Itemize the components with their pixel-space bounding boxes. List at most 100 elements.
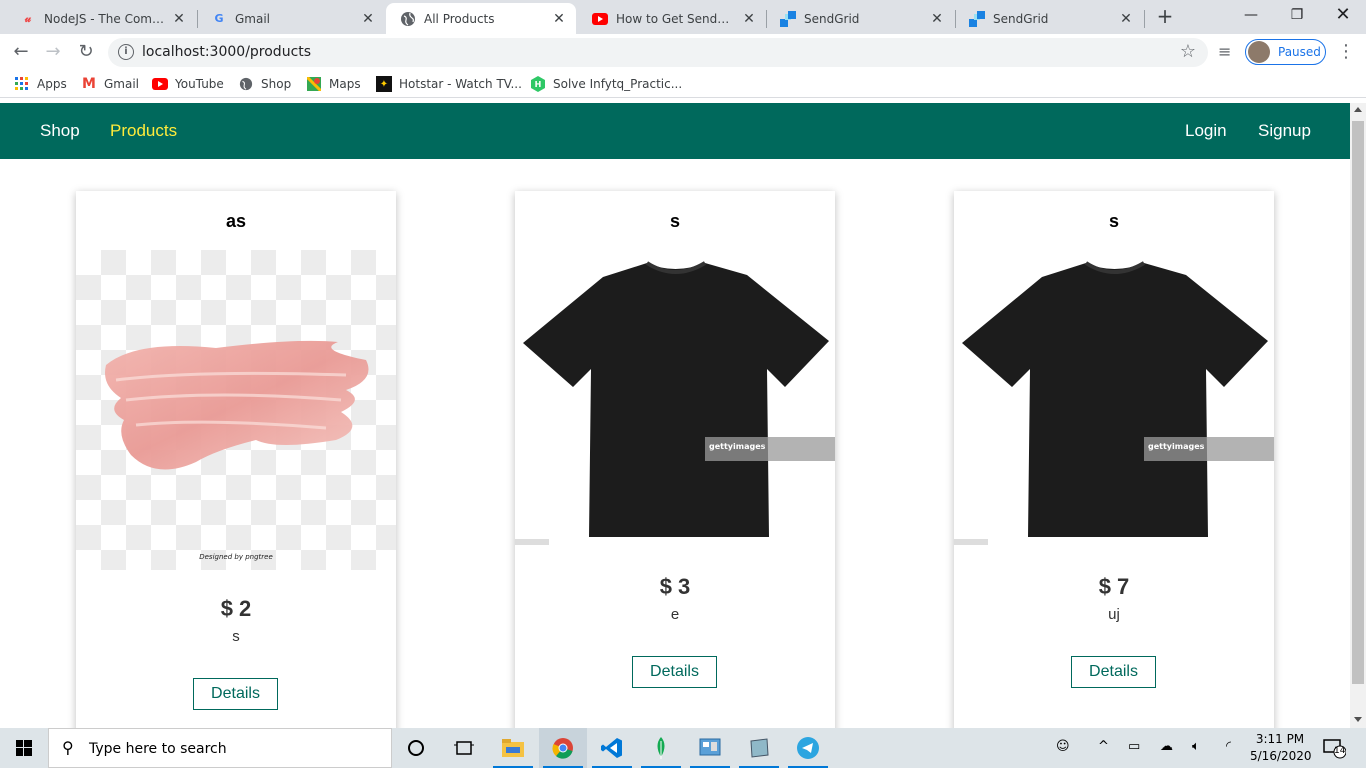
details-button[interactable]: Details — [1071, 656, 1156, 688]
vscode-icon[interactable] — [588, 728, 636, 768]
scroll-down-arrow[interactable] — [1354, 717, 1362, 722]
product-description: e — [670, 606, 680, 623]
nav-login[interactable]: Login — [1185, 121, 1227, 141]
notes-app-icon[interactable] — [735, 728, 783, 768]
pngtree-watermark: Designed by pngtree — [199, 553, 273, 561]
taskbar-search[interactable]: ⚲ Type here to search — [48, 728, 392, 768]
restore-button[interactable]: ❐ — [1274, 0, 1320, 34]
new-tab-button[interactable]: + — [1153, 5, 1177, 29]
tab-all-products[interactable]: All Products ✕ — [386, 3, 576, 34]
details-button[interactable]: Details — [632, 656, 717, 688]
close-icon[interactable]: ✕ — [361, 11, 375, 27]
windows-taskbar: ⚲ Type here to search ☺ ^ ▭ ☁ 🔈︎ ◜ 3:11 … — [0, 728, 1366, 768]
globe-icon — [400, 11, 416, 27]
nav-signup[interactable]: Signup — [1258, 121, 1311, 141]
bookmark-apps[interactable]: Apps — [14, 76, 67, 92]
product-title: as — [225, 211, 247, 231]
close-icon[interactable]: ✕ — [930, 11, 944, 27]
udemy-icon: 𝓊 — [24, 11, 32, 25]
cortana-button[interactable] — [392, 728, 440, 768]
hackerrank-icon: H — [530, 76, 546, 92]
bookmark-gmail[interactable]: M Gmail — [81, 76, 139, 92]
search-placeholder: Type here to search — [89, 741, 227, 757]
page-viewport: Shop Products Login Signup as Designed b… — [0, 103, 1350, 728]
mongodb-icon[interactable] — [637, 728, 685, 768]
system-clock[interactable]: 3:11 PM 5/16/2020 — [1250, 731, 1312, 765]
bookmark-label: Hotstar - Watch TV... — [399, 77, 522, 91]
close-icon[interactable]: ✕ — [1119, 11, 1133, 27]
tab-title: SendGrid — [993, 11, 1049, 26]
tab-youtube-sendgrid[interactable]: How to Get SendGrid S ✕ — [578, 3, 766, 34]
details-button[interactable]: Details — [193, 678, 278, 710]
close-window-button[interactable]: ✕ — [1320, 0, 1366, 34]
profile-button[interactable]: Paused — [1245, 39, 1326, 65]
close-icon[interactable]: ✕ — [552, 11, 566, 27]
tab-title: NodeJS - The Complete — [44, 11, 166, 26]
getty-watermark: gettyimages — [709, 442, 766, 451]
bookmark-star-icon[interactable]: ☆ — [1180, 41, 1196, 62]
tab-sendgrid-2[interactable]: SendGrid ✕ — [955, 3, 1143, 34]
product-price: $ 7 — [1098, 574, 1130, 599]
bookmark-label: Solve Infytq_Practic... — [553, 77, 683, 91]
product-description: uj — [1108, 606, 1120, 623]
minimize-button[interactable]: — — [1228, 0, 1274, 34]
close-icon[interactable]: ✕ — [172, 11, 186, 27]
profile-status: Paused — [1278, 45, 1321, 59]
bookmark-shop[interactable]: Shop — [238, 76, 291, 92]
tab-gmail[interactable]: G Gmail ✕ — [197, 3, 385, 34]
tab-title: All Products — [424, 11, 495, 26]
media-control-icon[interactable]: ≡ — [1218, 42, 1231, 61]
info-icon[interactable]: i — [118, 44, 134, 60]
bookmark-label: YouTube — [175, 77, 224, 91]
scrollbar-thumb[interactable] — [1352, 121, 1364, 684]
people-icon[interactable]: ☺ — [1056, 739, 1070, 754]
nav-products[interactable]: Products — [110, 121, 177, 141]
wifi-icon[interactable]: ◜ — [1226, 739, 1231, 754]
tab-title: Gmail — [235, 11, 271, 26]
close-icon[interactable]: ✕ — [742, 11, 756, 27]
bookmark-infytq[interactable]: H Solve Infytq_Practic... — [530, 76, 682, 92]
bookmark-maps[interactable]: Maps — [306, 76, 361, 92]
start-button[interactable] — [0, 728, 48, 768]
hotstar-icon: ✦ — [376, 76, 392, 92]
nav-shop[interactable]: Shop — [40, 121, 80, 141]
reload-button[interactable]: ↻ — [74, 40, 98, 64]
notification-center-icon[interactable]: 14 — [1322, 737, 1347, 763]
back-button[interactable]: ← — [9, 40, 33, 64]
sendgrid-icon — [780, 10, 796, 27]
battery-icon[interactable]: ▭ — [1128, 739, 1140, 754]
file-explorer-icon[interactable] — [489, 728, 537, 768]
task-view-button[interactable] — [440, 728, 488, 768]
maps-icon — [306, 76, 322, 92]
product-card: as Designed by pngtree $ 2 s Details — [76, 191, 396, 728]
svg-text:H: H — [535, 80, 542, 89]
onedrive-icon[interactable]: ☁ — [1160, 739, 1173, 754]
volume-icon[interactable]: 🔈︎ — [1192, 739, 1200, 754]
clock-date: 5/16/2020 — [1250, 749, 1312, 763]
bookmark-label: Maps — [329, 77, 361, 91]
product-title: s — [669, 211, 680, 231]
chrome-icon[interactable] — [539, 728, 587, 768]
bookmarks-bar: Apps M Gmail YouTube Shop Maps ✦ Hotstar… — [0, 70, 1366, 98]
bookmark-hotstar[interactable]: ✦ Hotstar - Watch TV... — [376, 76, 522, 92]
telegram-icon[interactable] — [784, 728, 832, 768]
url-text[interactable]: localhost:3000/products — [142, 44, 311, 60]
bookmark-label: Gmail — [104, 77, 140, 91]
tab-nodejs[interactable]: 𝓊 NodeJS - The Complete ✕ — [6, 3, 196, 34]
bookmark-youtube[interactable]: YouTube — [152, 76, 224, 92]
control-panel-icon[interactable] — [686, 728, 734, 768]
page-scrollbar[interactable] — [1350, 103, 1366, 728]
product-card: s gettyimages $ 7 uj Details — [954, 191, 1274, 728]
search-icon: ⚲ — [62, 738, 74, 757]
tab-sendgrid-1[interactable]: SendGrid ✕ — [766, 3, 954, 34]
address-bar[interactable]: i localhost:3000/products ☆ — [108, 38, 1208, 67]
notification-count: 14 — [1334, 746, 1346, 756]
product-price: $ 2 — [220, 596, 252, 621]
menu-icon[interactable]: ⋮ — [1337, 41, 1355, 62]
sendgrid-icon — [969, 10, 985, 27]
forward-button[interactable]: → — [41, 40, 65, 64]
chevron-up-icon[interactable]: ^ — [1098, 739, 1109, 754]
scroll-up-arrow[interactable] — [1354, 107, 1362, 112]
apps-grid-icon — [14, 76, 30, 92]
gmail-icon: M — [82, 76, 96, 92]
